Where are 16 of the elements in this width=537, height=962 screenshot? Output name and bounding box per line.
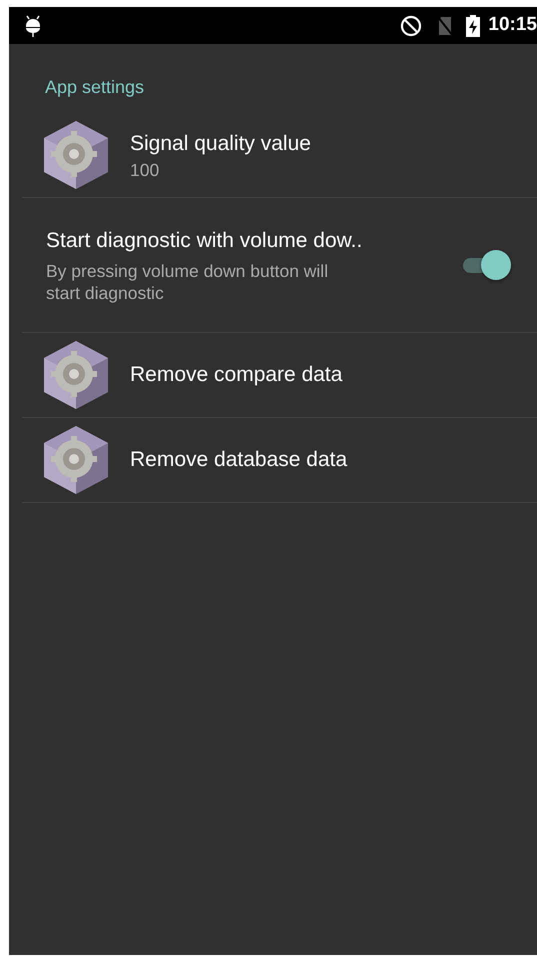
preference-row[interactable]: Start diagnostic with volume dow.. By pressing volume down button will start diagnostic bbox=[22, 198, 537, 333]
preference-title: Start diagnostic with volume dow.. bbox=[46, 228, 364, 254]
preference-row[interactable]: Remove database data bbox=[22, 418, 537, 503]
preference-title: Signal quality value bbox=[130, 131, 311, 158]
preference-title: Remove database data bbox=[130, 447, 348, 474]
preference-summary: By pressing volume down button will start diagnostic bbox=[46, 260, 330, 305]
battery-charging-icon bbox=[466, 14, 480, 36]
clock-time: 10:15 bbox=[488, 13, 537, 38]
preference-summary: 100 bbox=[130, 160, 160, 182]
do-not-disturb-icon bbox=[400, 14, 422, 36]
android-icon bbox=[25, 14, 41, 38]
toggle-switch[interactable] bbox=[461, 248, 513, 282]
preference-row[interactable]: Remove compare data bbox=[22, 333, 537, 418]
preference-row[interactable]: Signal quality value 100 bbox=[22, 113, 537, 198]
section-header: App settings bbox=[44, 76, 146, 99]
preference-title: Remove compare data bbox=[130, 362, 342, 388]
